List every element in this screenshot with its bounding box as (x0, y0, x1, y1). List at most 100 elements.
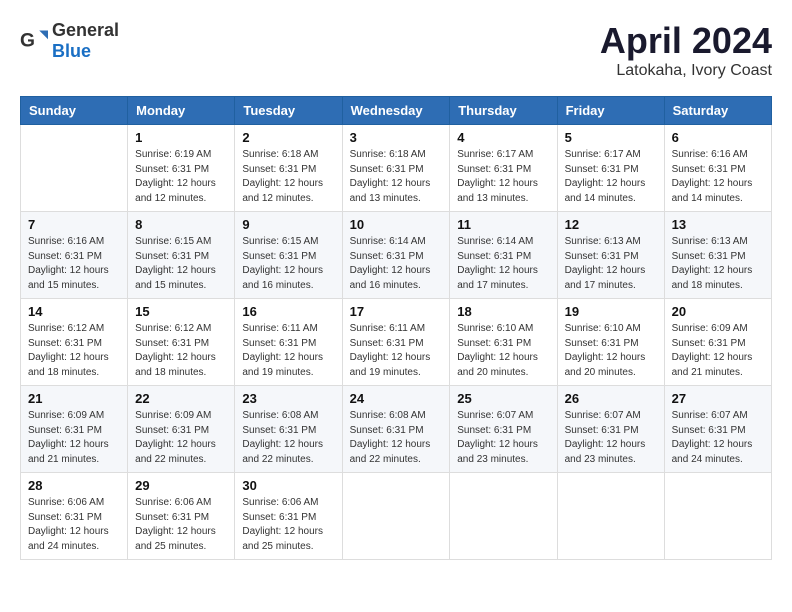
weekday-header: Thursday (450, 97, 557, 125)
calendar-cell: 14 Sunrise: 6:12 AMSunset: 6:31 PMDaylig… (21, 299, 128, 386)
day-info: Sunrise: 6:06 AMSunset: 6:31 PMDaylight:… (242, 496, 334, 554)
calendar-cell: 9 Sunrise: 6:15 AMSunset: 6:31 PMDayligh… (235, 212, 342, 299)
day-number: 21 (28, 391, 120, 406)
calendar-cell: 8 Sunrise: 6:15 AMSunset: 6:31 PMDayligh… (128, 212, 235, 299)
day-number: 10 (350, 217, 443, 232)
weekday-header: Friday (557, 97, 664, 125)
title-area: April 2024 Latokaha, Ivory Coast (600, 20, 772, 80)
calendar-cell: 17 Sunrise: 6:11 AMSunset: 6:31 PMDaylig… (342, 299, 450, 386)
day-number: 13 (672, 217, 764, 232)
day-number: 23 (242, 391, 334, 406)
day-number: 29 (135, 478, 227, 493)
day-number: 28 (28, 478, 120, 493)
day-number: 30 (242, 478, 334, 493)
day-number: 9 (242, 217, 334, 232)
day-info: Sunrise: 6:10 AMSunset: 6:31 PMDaylight:… (457, 322, 549, 380)
day-number: 27 (672, 391, 764, 406)
calendar-week-row: 1 Sunrise: 6:19 AMSunset: 6:31 PMDayligh… (21, 125, 772, 212)
calendar-cell: 19 Sunrise: 6:10 AMSunset: 6:31 PMDaylig… (557, 299, 664, 386)
day-info: Sunrise: 6:06 AMSunset: 6:31 PMDaylight:… (28, 496, 120, 554)
day-number: 1 (135, 130, 227, 145)
weekday-header: Tuesday (235, 97, 342, 125)
calendar-cell: 16 Sunrise: 6:11 AMSunset: 6:31 PMDaylig… (235, 299, 342, 386)
calendar-cell: 7 Sunrise: 6:16 AMSunset: 6:31 PMDayligh… (21, 212, 128, 299)
calendar-week-row: 21 Sunrise: 6:09 AMSunset: 6:31 PMDaylig… (21, 386, 772, 473)
day-info: Sunrise: 6:14 AMSunset: 6:31 PMDaylight:… (350, 235, 443, 293)
weekday-header: Wednesday (342, 97, 450, 125)
weekday-header: Sunday (21, 97, 128, 125)
calendar-cell: 21 Sunrise: 6:09 AMSunset: 6:31 PMDaylig… (21, 386, 128, 473)
day-info: Sunrise: 6:07 AMSunset: 6:31 PMDaylight:… (565, 409, 657, 467)
calendar-week-row: 28 Sunrise: 6:06 AMSunset: 6:31 PMDaylig… (21, 473, 772, 560)
calendar-week-row: 14 Sunrise: 6:12 AMSunset: 6:31 PMDaylig… (21, 299, 772, 386)
day-number: 20 (672, 304, 764, 319)
day-info: Sunrise: 6:12 AMSunset: 6:31 PMDaylight:… (135, 322, 227, 380)
calendar-cell: 10 Sunrise: 6:14 AMSunset: 6:31 PMDaylig… (342, 212, 450, 299)
day-info: Sunrise: 6:13 AMSunset: 6:31 PMDaylight:… (565, 235, 657, 293)
calendar-cell: 26 Sunrise: 6:07 AMSunset: 6:31 PMDaylig… (557, 386, 664, 473)
day-info: Sunrise: 6:11 AMSunset: 6:31 PMDaylight:… (242, 322, 334, 380)
calendar-cell (342, 473, 450, 560)
day-info: Sunrise: 6:11 AMSunset: 6:31 PMDaylight:… (350, 322, 443, 380)
location-title: Latokaha, Ivory Coast (600, 62, 772, 80)
logo-text: General Blue (52, 20, 119, 62)
day-number: 3 (350, 130, 443, 145)
logo: G General Blue (20, 20, 119, 62)
calendar-cell: 4 Sunrise: 6:17 AMSunset: 6:31 PMDayligh… (450, 125, 557, 212)
calendar-cell: 12 Sunrise: 6:13 AMSunset: 6:31 PMDaylig… (557, 212, 664, 299)
day-info: Sunrise: 6:15 AMSunset: 6:31 PMDaylight:… (135, 235, 227, 293)
day-info: Sunrise: 6:08 AMSunset: 6:31 PMDaylight:… (350, 409, 443, 467)
calendar-cell: 25 Sunrise: 6:07 AMSunset: 6:31 PMDaylig… (450, 386, 557, 473)
calendar-cell (557, 473, 664, 560)
svg-text:G: G (20, 30, 35, 51)
logo-icon: G (20, 27, 48, 55)
calendar-cell: 18 Sunrise: 6:10 AMSunset: 6:31 PMDaylig… (450, 299, 557, 386)
calendar-cell: 3 Sunrise: 6:18 AMSunset: 6:31 PMDayligh… (342, 125, 450, 212)
calendar-table: SundayMondayTuesdayWednesdayThursdayFrid… (20, 96, 772, 560)
calendar-cell: 5 Sunrise: 6:17 AMSunset: 6:31 PMDayligh… (557, 125, 664, 212)
day-number: 4 (457, 130, 549, 145)
day-number: 2 (242, 130, 334, 145)
day-info: Sunrise: 6:15 AMSunset: 6:31 PMDaylight:… (242, 235, 334, 293)
calendar-cell: 11 Sunrise: 6:14 AMSunset: 6:31 PMDaylig… (450, 212, 557, 299)
day-number: 15 (135, 304, 227, 319)
calendar-cell: 23 Sunrise: 6:08 AMSunset: 6:31 PMDaylig… (235, 386, 342, 473)
calendar-cell: 2 Sunrise: 6:18 AMSunset: 6:31 PMDayligh… (235, 125, 342, 212)
day-info: Sunrise: 6:18 AMSunset: 6:31 PMDaylight:… (242, 148, 334, 206)
calendar-cell: 15 Sunrise: 6:12 AMSunset: 6:31 PMDaylig… (128, 299, 235, 386)
day-number: 26 (565, 391, 657, 406)
day-number: 5 (565, 130, 657, 145)
day-info: Sunrise: 6:17 AMSunset: 6:31 PMDaylight:… (457, 148, 549, 206)
day-number: 25 (457, 391, 549, 406)
day-info: Sunrise: 6:12 AMSunset: 6:31 PMDaylight:… (28, 322, 120, 380)
calendar-cell (450, 473, 557, 560)
day-info: Sunrise: 6:13 AMSunset: 6:31 PMDaylight:… (672, 235, 764, 293)
day-number: 12 (565, 217, 657, 232)
logo-general: General (52, 20, 119, 40)
day-info: Sunrise: 6:09 AMSunset: 6:31 PMDaylight:… (135, 409, 227, 467)
day-info: Sunrise: 6:07 AMSunset: 6:31 PMDaylight:… (457, 409, 549, 467)
day-info: Sunrise: 6:09 AMSunset: 6:31 PMDaylight:… (672, 322, 764, 380)
calendar-cell: 27 Sunrise: 6:07 AMSunset: 6:31 PMDaylig… (664, 386, 771, 473)
day-info: Sunrise: 6:14 AMSunset: 6:31 PMDaylight:… (457, 235, 549, 293)
day-info: Sunrise: 6:19 AMSunset: 6:31 PMDaylight:… (135, 148, 227, 206)
calendar-cell: 30 Sunrise: 6:06 AMSunset: 6:31 PMDaylig… (235, 473, 342, 560)
day-info: Sunrise: 6:06 AMSunset: 6:31 PMDaylight:… (135, 496, 227, 554)
day-info: Sunrise: 6:18 AMSunset: 6:31 PMDaylight:… (350, 148, 443, 206)
day-info: Sunrise: 6:07 AMSunset: 6:31 PMDaylight:… (672, 409, 764, 467)
calendar-cell: 20 Sunrise: 6:09 AMSunset: 6:31 PMDaylig… (664, 299, 771, 386)
day-number: 17 (350, 304, 443, 319)
day-number: 8 (135, 217, 227, 232)
page-header: G General Blue April 2024 Latokaha, Ivor… (20, 20, 772, 80)
calendar-cell (21, 125, 128, 212)
weekday-header: Monday (128, 97, 235, 125)
day-number: 6 (672, 130, 764, 145)
month-title: April 2024 (600, 20, 772, 62)
calendar-cell: 29 Sunrise: 6:06 AMSunset: 6:31 PMDaylig… (128, 473, 235, 560)
day-number: 7 (28, 217, 120, 232)
calendar-cell: 13 Sunrise: 6:13 AMSunset: 6:31 PMDaylig… (664, 212, 771, 299)
day-info: Sunrise: 6:16 AMSunset: 6:31 PMDaylight:… (672, 148, 764, 206)
day-number: 24 (350, 391, 443, 406)
day-info: Sunrise: 6:16 AMSunset: 6:31 PMDaylight:… (28, 235, 120, 293)
day-number: 11 (457, 217, 549, 232)
